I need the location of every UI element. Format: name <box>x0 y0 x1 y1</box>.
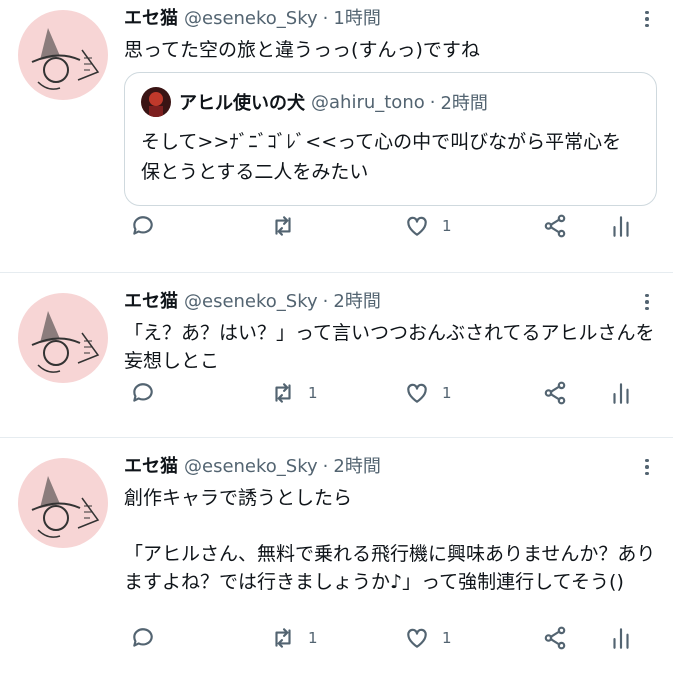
display-name[interactable]: エセ猫 <box>124 8 178 30</box>
timestamp[interactable]: 1時間 <box>333 8 380 30</box>
quote-avatar <box>141 87 171 117</box>
like-button[interactable]: 1 <box>404 625 452 651</box>
analytics-icon <box>613 383 629 404</box>
tweet-text: 創作キャラで誘うとしたら 「アヒルさん、無料で乗れる飛行機に興味ありませんか？あ… <box>124 487 656 593</box>
share-icon <box>544 626 566 650</box>
tweet[interactable]: エセ猫 @eseneko_Sky · 2時間 創作キャラで誘うとしたら 「アヒル… <box>0 438 673 680</box>
quote-timestamp: 2時間 <box>440 93 488 114</box>
retweet-icon <box>275 383 291 403</box>
share-button[interactable] <box>542 380 568 406</box>
separator-dot: · <box>429 91 436 113</box>
share-icon <box>544 214 566 238</box>
like-count: 1 <box>442 217 452 235</box>
analytics-button[interactable] <box>608 380 634 406</box>
reply-button[interactable] <box>130 380 168 406</box>
analytics-button[interactable] <box>608 625 634 651</box>
separator-dot: · <box>322 456 329 477</box>
witch-cat-avatar-image <box>31 476 100 538</box>
reply-button[interactable] <box>130 213 168 239</box>
tweet-text: 思ってた空の旅と違うっっ(すんっ)ですね <box>124 39 480 61</box>
quote-user-handle: @ahiru_tono <box>311 91 425 113</box>
quote-text: そして>>ﾅﾞﾆﾞｺﾞﾚﾞ<<って心の中で叫びながら平常心を保とうとする二人をみ… <box>141 131 622 183</box>
tweet[interactable]: エセ猫 @eseneko_Sky · 1時間 思ってた空の旅と違うっっ(すんっ)… <box>0 0 673 273</box>
tweet-header: エセ猫 @eseneko_Sky · 2時間 <box>124 291 657 313</box>
user-handle[interactable]: @eseneko_Sky <box>184 8 318 30</box>
tweet[interactable]: エセ猫 @eseneko_Sky · 2時間 「え？あ？はい？」って言いつつおん… <box>0 273 673 438</box>
display-name[interactable]: エセ猫 <box>124 291 178 313</box>
share-button[interactable] <box>542 213 568 239</box>
like-icon <box>407 216 427 236</box>
like-count: 1 <box>442 629 452 647</box>
retweet-button[interactable]: 1 <box>270 625 318 651</box>
quote-header: アヒル使いの犬 @ahiru_tono · 2時間 <box>141 87 640 117</box>
timestamp[interactable]: 2時間 <box>333 291 380 313</box>
reply-icon <box>133 216 153 235</box>
tweet-text: 「え？あ？はい？」って言いつつおんぶされてるアヒルさんを妄想しとこ <box>124 322 655 372</box>
display-name[interactable]: エセ猫 <box>124 456 178 478</box>
retweet-icon <box>275 216 291 236</box>
reply-button[interactable] <box>130 625 168 651</box>
retweet-button[interactable] <box>270 213 308 239</box>
witch-cat-avatar-image <box>31 28 100 90</box>
reply-icon <box>133 383 153 402</box>
separator-dot: · <box>322 8 329 29</box>
avatar[interactable] <box>18 10 108 100</box>
quote-display-name: アヒル使いの犬 <box>179 93 305 114</box>
like-icon <box>407 628 427 648</box>
tweet-header: エセ猫 @eseneko_Sky · 2時間 <box>124 456 657 478</box>
like-icon <box>407 383 427 403</box>
retweet-count: 1 <box>308 384 318 402</box>
separator-dot: · <box>322 291 329 312</box>
analytics-icon <box>613 628 629 649</box>
witch-cat-avatar-image <box>31 311 100 373</box>
tweet-header: エセ猫 @eseneko_Sky · 1時間 <box>124 8 657 30</box>
like-button[interactable]: 1 <box>404 213 452 239</box>
more-icon[interactable] <box>637 456 657 478</box>
analytics-button[interactable] <box>608 213 634 239</box>
analytics-icon <box>613 216 629 237</box>
quoted-tweet[interactable]: アヒル使いの犬 @ahiru_tono · 2時間 そして>>ﾅﾞﾆﾞｺﾞﾚﾞ<… <box>124 72 657 206</box>
more-icon[interactable] <box>637 8 657 30</box>
retweet-icon <box>275 628 291 648</box>
timestamp[interactable]: 2時間 <box>333 456 380 478</box>
more-icon[interactable] <box>637 291 657 313</box>
retweet-count: 1 <box>308 629 318 647</box>
share-button[interactable] <box>542 625 568 651</box>
share-icon <box>544 381 566 405</box>
like-count: 1 <box>442 384 452 402</box>
user-handle[interactable]: @eseneko_Sky <box>184 291 318 313</box>
like-button[interactable]: 1 <box>404 380 452 406</box>
reply-icon <box>133 628 153 647</box>
retweet-button[interactable]: 1 <box>270 380 318 406</box>
avatar[interactable] <box>18 293 108 383</box>
user-handle[interactable]: @eseneko_Sky <box>184 456 318 478</box>
avatar[interactable] <box>18 458 108 548</box>
